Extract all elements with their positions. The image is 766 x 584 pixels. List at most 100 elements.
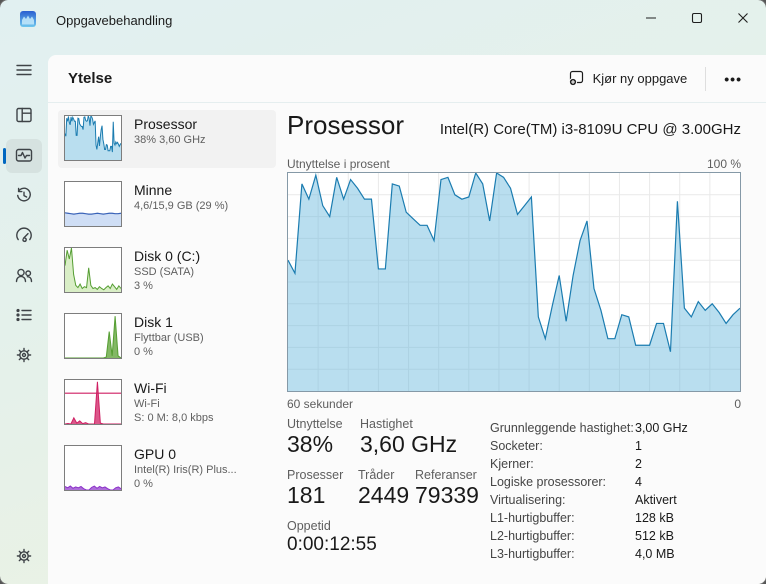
sidebar-item-details[interactable] (6, 299, 42, 333)
info-label: L2-hurtigbuffer: (490, 529, 575, 543)
processes-label: Prosesser (287, 468, 344, 482)
chart-footer-left: 60 sekunder (287, 397, 354, 411)
memory-thumbnail-chart (64, 181, 122, 227)
perf-row-wifi[interactable]: Wi-Fi Wi-Fi S: 0 M: 8,0 kbps (58, 374, 276, 432)
perf-row-title: Prosessor (134, 116, 198, 132)
ellipsis-icon: ••• (724, 70, 742, 87)
chart-footer-right: 0 (734, 397, 741, 411)
close-button[interactable] (720, 0, 766, 36)
perf-row-title: GPU 0 (134, 446, 177, 462)
users-icon (14, 265, 34, 288)
perf-row-disk0[interactable]: Disk 0 (C:) SSD (SATA) 3 % (58, 242, 276, 300)
task-manager-window: Oppgavebehandling Ytelse Kjør ny oppgave… (0, 0, 766, 584)
perf-row-title: Disk 1 (134, 314, 173, 330)
utilization-label: Utnyttelse (287, 417, 343, 431)
info-row-logical-processors: Logiske prosessorer: 4 (490, 473, 741, 491)
detail-title: Prosessor (287, 110, 405, 140)
cpu-info-list: Grunnleggende hastighet: 3,00 GHz Socket… (490, 419, 741, 563)
navigation-rail (0, 40, 48, 584)
chart-footer: 60 sekunder 0 (287, 397, 741, 411)
disk1-thumbnail-chart (64, 313, 122, 359)
run-new-task-button[interactable]: Kjør ny oppgave (558, 63, 698, 95)
handles-label: Referanser (415, 468, 477, 482)
utilization-value: 38% (287, 431, 334, 457)
perf-row-title: Disk 0 (C:) (134, 248, 201, 264)
sidebar-item-services[interactable] (6, 339, 42, 373)
sidebar-item-performance[interactable] (6, 139, 42, 173)
gear-icon (14, 546, 34, 569)
info-row-base-speed: Grunnleggende hastighet: 3,00 GHz (490, 419, 741, 437)
info-label: Socketer: (490, 439, 543, 453)
info-row-l3-cache: L3-hurtigbuffer: 4,0 MB (490, 545, 741, 563)
threads-value: 2449 (358, 482, 410, 508)
minimize-button[interactable] (628, 0, 674, 36)
info-label: Kjerner: (490, 457, 534, 471)
threads-label: Tråder (358, 468, 395, 482)
window-title: Oppgavebehandling (56, 12, 173, 28)
speed-value: 3,60 GHz (360, 431, 458, 457)
speed-label: Hastighet (360, 417, 413, 431)
sidebar-item-app-history[interactable] (6, 179, 42, 213)
info-label: Logiske prosessorer: (490, 475, 607, 489)
perf-row-sub: Flyttbar (USB) (134, 332, 204, 344)
more-options-button[interactable]: ••• (714, 67, 752, 91)
sidebar-item-users[interactable] (6, 259, 42, 293)
disk0-thumbnail-chart (64, 247, 122, 293)
services-cog-icon (14, 345, 34, 368)
task-manager-app-icon (20, 11, 36, 27)
cpu-detail: Prosessor Intel(R) Core(TM) i3-8109U CPU… (287, 110, 741, 576)
panel-header: Ytelse Kjør ny oppgave ••• (48, 55, 766, 103)
info-value: 2 (635, 457, 642, 471)
processes-icon (14, 105, 34, 128)
perf-row-sub: Intel(R) Iris(R) Plus... (134, 464, 237, 476)
perf-row-sub2: 0 % (134, 346, 153, 358)
perf-row-sub2: 3 % (134, 280, 153, 292)
run-new-task-label: Kjør ny oppgave (592, 71, 688, 86)
sidebar-item-processes[interactable] (6, 99, 42, 133)
main-panel: Ytelse Kjør ny oppgave ••• Prosessor 38%… (48, 55, 766, 584)
maximize-button[interactable] (674, 0, 720, 36)
chart-caption: Utnyttelse i prosent 100 % (287, 157, 741, 171)
info-value: 4,0 MB (635, 547, 675, 561)
perf-row-sub: 38% 3,60 GHz (134, 134, 206, 146)
page-title: Ytelse (68, 70, 113, 87)
perf-row-sub: SSD (SATA) (134, 266, 195, 278)
handles-value: 79339 (415, 482, 479, 508)
uptime-value: 0:00:12:55 (287, 534, 377, 555)
info-value: 3,00 GHz (635, 421, 688, 435)
info-row-virtualization: Virtualisering: Aktivert (490, 491, 741, 509)
menu-button[interactable] (6, 54, 42, 88)
hamburger-icon (14, 60, 34, 83)
perf-row-disk1[interactable]: Disk 1 Flyttbar (USB) 0 % (58, 308, 276, 366)
details-list-icon (14, 305, 34, 328)
perf-row-sub: Wi-Fi (134, 398, 160, 410)
performance-list: Prosessor 38% 3,60 GHz Minne 4,6/15,9 GB… (58, 110, 276, 506)
cpu-model-name: Intel(R) Core(TM) i3-8109U CPU @ 3.00GHz (439, 121, 741, 138)
info-row-l2-cache: L2-hurtigbuffer: 512 kB (490, 527, 741, 545)
wifi-thumbnail-chart (64, 379, 122, 425)
processes-value: 181 (287, 482, 326, 508)
run-new-task-icon (568, 69, 585, 89)
uptime-label: Oppetid (287, 519, 331, 533)
perf-row-sub: 4,6/15,9 GB (29 %) (134, 200, 229, 212)
detail-header: Prosessor Intel(R) Core(TM) i3-8109U CPU… (287, 110, 741, 141)
info-row-sockets: Socketer: 1 (490, 437, 741, 455)
titlebar: Oppgavebehandling (0, 0, 766, 40)
info-value: 1 (635, 439, 642, 453)
sidebar-item-startup-apps[interactable] (6, 219, 42, 253)
info-label: Virtualisering: (490, 493, 566, 507)
chart-caption-left: Utnyttelse i prosent (287, 157, 390, 171)
perf-row-cpu[interactable]: Prosessor 38% 3,60 GHz (58, 110, 276, 168)
settings-button[interactable] (6, 540, 42, 574)
cpu-utilization-chart (287, 172, 741, 392)
info-value: 4 (635, 475, 642, 489)
info-row-l1-cache: L1-hurtigbuffer: 128 kB (490, 509, 741, 527)
perf-row-memory[interactable]: Minne 4,6/15,9 GB (29 %) (58, 176, 276, 234)
perf-row-gpu[interactable]: GPU 0 Intel(R) Iris(R) Plus... 0 % (58, 440, 276, 498)
info-value: 512 kB (635, 529, 674, 543)
perf-row-sub2: 0 % (134, 478, 153, 490)
cpu-thumbnail-chart (64, 115, 122, 161)
info-value: Aktivert (635, 493, 677, 507)
gpu-thumbnail-chart (64, 445, 122, 491)
performance-icon (14, 145, 34, 168)
